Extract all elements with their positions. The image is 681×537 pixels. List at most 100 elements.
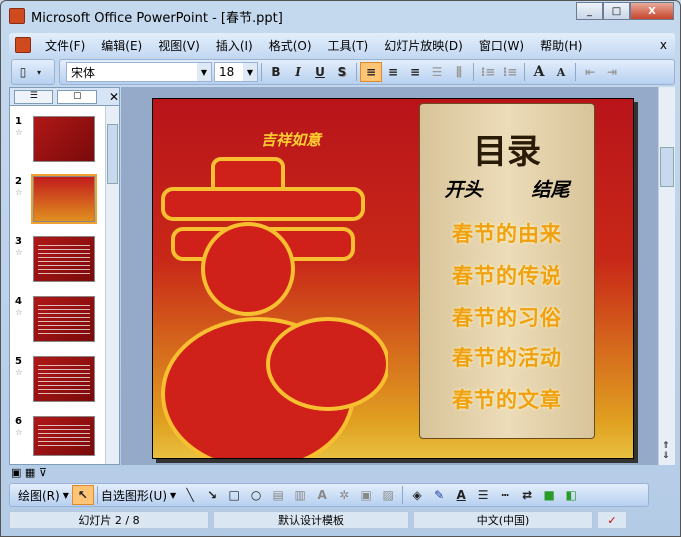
- slide-canvas[interactable]: 吉祥如意 目录 开头 结尾 春节的由来 春节的传说 春节的习俗 春节的活动 春节…: [152, 98, 634, 459]
- 3d-style-icon[interactable]: ◧: [560, 485, 582, 505]
- prev-next-slide-buttons[interactable]: ⇑ ⇓: [662, 441, 670, 461]
- tab-slides[interactable]: ▢: [57, 89, 97, 104]
- arrow-icon[interactable]: ↘: [201, 485, 223, 505]
- close-pane-icon[interactable]: ✕: [109, 90, 119, 104]
- new-document-icon[interactable]: ▯: [12, 62, 34, 82]
- wordart-icon[interactable]: A: [311, 485, 333, 505]
- increase-indent-icon[interactable]: ⇥: [601, 62, 623, 82]
- textbox-icon[interactable]: ▤: [267, 485, 289, 505]
- slide-thumbnail-5[interactable]: 5 ☆: [15, 356, 95, 402]
- rectangle-icon[interactable]: □: [223, 485, 245, 505]
- chevron-down-icon[interactable]: ▼: [243, 63, 257, 81]
- slide-thumbnail-3[interactable]: 3 ☆: [15, 236, 95, 282]
- oval-icon[interactable]: ○: [245, 485, 267, 505]
- bold-button[interactable]: B: [265, 62, 287, 82]
- slide-thumbnail-1[interactable]: 1 ☆: [15, 116, 95, 162]
- menu-tools[interactable]: 工具(T): [328, 37, 369, 54]
- menu-view[interactable]: 视图(V): [158, 37, 200, 54]
- increase-font-button[interactable]: A: [528, 62, 550, 82]
- diagram-icon[interactable]: ✲: [333, 485, 355, 505]
- slide-thumbnail-4[interactable]: 4 ☆: [15, 296, 95, 342]
- separator: [356, 63, 357, 81]
- normal-view-icon[interactable]: ▣: [11, 466, 21, 479]
- bullets-icon[interactable]: ⁝≡: [499, 62, 521, 82]
- slide-number: 5: [15, 356, 22, 367]
- powerpoint-app-icon[interactable]: [9, 8, 25, 24]
- toc-item-articles[interactable]: 春节的文章: [420, 384, 594, 414]
- shadow-button[interactable]: S: [331, 62, 353, 82]
- chevron-down-icon[interactable]: ▼: [197, 63, 211, 81]
- start-link[interactable]: 开头: [444, 175, 482, 202]
- close-document-button[interactable]: x: [660, 38, 667, 52]
- menu-help[interactable]: 帮助(H): [540, 37, 582, 54]
- line-color-icon[interactable]: ✎: [428, 485, 450, 505]
- scroll-thumb[interactable]: [660, 147, 674, 187]
- status-bar: 幻灯片 2 / 8 默认设计模板 中文(中国) ✓: [9, 509, 675, 531]
- numbering-icon[interactable]: ⁝≡: [477, 62, 499, 82]
- vertical-textbox-icon[interactable]: ▥: [289, 485, 311, 505]
- slide-sorter-icon[interactable]: ▦: [25, 466, 35, 479]
- slideshow-view-icon[interactable]: ⊽: [39, 466, 47, 479]
- text-direction-icon[interactable]: ⫼: [448, 62, 470, 82]
- document-icon[interactable]: [15, 37, 31, 53]
- separator: [96, 486, 98, 504]
- slide-thumbnail-2[interactable]: 2 ☆: [15, 174, 97, 224]
- align-left-icon[interactable]: ≡: [360, 62, 382, 82]
- toc-item-legend[interactable]: 春节的传说: [420, 260, 594, 290]
- select-pointer-icon[interactable]: ↖: [71, 485, 94, 505]
- end-link[interactable]: 结尾: [531, 175, 569, 202]
- menu-format[interactable]: 格式(O): [269, 37, 312, 54]
- scroll-thumb[interactable]: [107, 124, 118, 184]
- slide-thumbnail-6[interactable]: 6 ☆: [15, 416, 95, 456]
- slide-title: 目录: [473, 132, 541, 172]
- separator: [575, 63, 576, 81]
- align-center-icon[interactable]: ≡: [382, 62, 404, 82]
- thumbnail-image: [33, 356, 95, 402]
- slide-indicator: 幻灯片 2 / 8: [9, 511, 209, 529]
- toc-item-customs[interactable]: 春节的习俗: [420, 302, 594, 332]
- slide-number: 1: [15, 116, 22, 127]
- arrow-style-icon[interactable]: ⇄: [516, 485, 538, 505]
- font-size-select[interactable]: 18 ▼: [214, 62, 258, 82]
- autoshapes-menu[interactable]: 自选图形(U): [101, 487, 167, 504]
- decrease-indent-icon[interactable]: ⇤: [579, 62, 601, 82]
- font-color-icon[interactable]: A: [450, 485, 472, 505]
- underline-button[interactable]: U: [309, 62, 331, 82]
- distribute-icon[interactable]: ☰: [426, 62, 448, 82]
- animation-star-icon: ☆: [15, 307, 23, 317]
- tab-outline[interactable]: ☰: [14, 89, 54, 104]
- chinese-knot-decoration: [161, 157, 388, 458]
- minimize-button[interactable]: _: [576, 2, 603, 20]
- fill-color-icon[interactable]: ◈: [406, 485, 428, 505]
- standard-toolbar: ▯ ▾: [11, 59, 55, 85]
- line-icon[interactable]: ╲: [179, 485, 201, 505]
- thumbnail-image: [31, 174, 97, 224]
- menu-window[interactable]: 窗口(W): [479, 37, 524, 54]
- shadow-style-icon[interactable]: ■: [538, 485, 560, 505]
- design-template: 默认设计模板: [213, 511, 409, 529]
- slide-scrollbar[interactable]: ⇑ ⇓: [658, 87, 675, 465]
- align-right-icon[interactable]: ≡: [404, 62, 426, 82]
- toolbar-options-icon[interactable]: ▾: [34, 62, 44, 82]
- menu-slideshow[interactable]: 幻灯片放映(D): [384, 37, 463, 54]
- toc-item-origin[interactable]: 春节的由来: [420, 218, 594, 248]
- line-style-icon[interactable]: ☰: [472, 485, 494, 505]
- close-button[interactable]: X: [630, 2, 674, 20]
- menu-file[interactable]: 文件(F): [45, 37, 85, 54]
- menu-insert[interactable]: 插入(I): [216, 37, 253, 54]
- menu-edit[interactable]: 编辑(E): [101, 37, 142, 54]
- slide-number: 6: [15, 416, 22, 427]
- italic-button[interactable]: I: [287, 62, 309, 82]
- maximize-button[interactable]: □: [603, 2, 630, 20]
- dash-style-icon[interactable]: ┅: [494, 485, 516, 505]
- draw-menu[interactable]: 绘图(R): [18, 487, 60, 504]
- separator: [473, 63, 474, 81]
- picture-icon[interactable]: ▨: [377, 485, 399, 505]
- toc-item-activities[interactable]: 春节的活动: [420, 342, 594, 372]
- decrease-font-button[interactable]: A: [550, 62, 572, 82]
- spellcheck-icon[interactable]: ✓: [597, 511, 627, 529]
- font-select[interactable]: 宋体 ▼: [66, 62, 212, 82]
- scroll-menu: 目录 开头 结尾 春节的由来 春节的传说 春节的习俗 春节的活动 春节的文章: [419, 103, 595, 439]
- clipart-icon[interactable]: ▣: [355, 485, 377, 505]
- thumbnails-scrollbar[interactable]: [105, 106, 119, 464]
